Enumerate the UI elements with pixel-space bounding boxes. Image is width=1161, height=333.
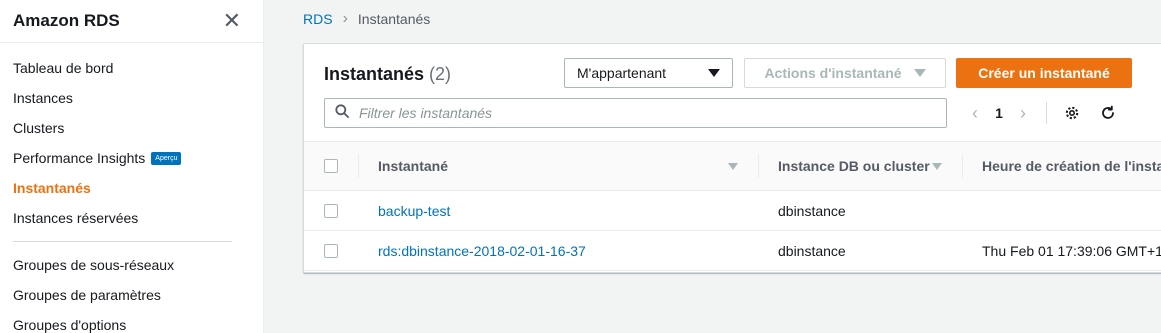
sidebar-title: Amazon RDS	[13, 11, 120, 30]
row-checkbox[interactable]	[324, 244, 338, 258]
chevron-right-icon[interactable]: ›	[1012, 103, 1034, 124]
instance-cell: dbinstance	[778, 203, 846, 219]
sidebar-item-label: Performance Insights	[13, 150, 146, 166]
snapshot-link[interactable]: rds:dbinstance-2018-02-01-16-37	[378, 243, 586, 259]
column-header-snapshot[interactable]: Instantané	[378, 142, 738, 190]
snapshot-actions-button[interactable]: Actions d'instantané	[744, 58, 946, 88]
chevron-left-icon[interactable]: ‹	[964, 103, 986, 124]
column-divider	[358, 154, 359, 178]
column-header-label: Heure de création de l'instantané	[982, 158, 1161, 174]
close-icon[interactable]: ✕	[223, 10, 241, 32]
sidebar-item-label: Instances	[13, 90, 73, 106]
sidebar-item-label: Instantanés	[13, 180, 91, 196]
sidebar-item-label: Groupes de paramètres	[13, 287, 161, 303]
pagination: ‹ 1 ›	[964, 100, 1121, 126]
sidebar-item-instances[interactable]: Instances	[0, 83, 263, 113]
sidebar-item-label: Tableau de bord	[13, 60, 114, 76]
sidebar-header: Amazon RDS ✕	[0, 0, 263, 43]
select-all-cell	[324, 142, 338, 190]
column-header-label: Instance DB ou cluster	[778, 158, 930, 174]
column-divider	[758, 154, 759, 178]
table-row: rds:dbinstance-2018-02-01-16-37 dbinstan…	[304, 231, 1161, 271]
refresh-icon[interactable]	[1095, 100, 1121, 126]
panel-title-text: Instantanés	[324, 64, 425, 84]
snapshots-panel: Instantanés (2) M'appartenant Actions d'…	[303, 43, 1161, 273]
preview-badge: Aperçu	[151, 151, 182, 165]
table-row: backup-test dbinstance	[304, 191, 1161, 231]
sidebar-item-label: Clusters	[13, 120, 65, 136]
row-select-cell	[324, 231, 338, 271]
search-input[interactable]	[359, 105, 919, 121]
sidebar-divider	[13, 241, 232, 242]
row-select-cell	[324, 191, 338, 231]
panel-title: Instantanés (2)	[324, 64, 451, 85]
instance-cell: dbinstance	[778, 243, 846, 259]
search-box	[324, 98, 947, 128]
sidebar-item-performance-insights[interactable]: Performance Insights Aperçu	[0, 143, 263, 173]
sidebar-item-tableau-de-bord[interactable]: Tableau de bord	[0, 53, 263, 83]
owner-filter-value: M'appartenant	[577, 65, 667, 81]
sort-icon	[728, 162, 738, 170]
settings-gear-icon[interactable]	[1059, 100, 1085, 126]
breadcrumb: RDS › Instantanés	[303, 10, 430, 28]
table-header: Instantané Instance DB ou cluster Heure …	[304, 141, 1161, 191]
sort-icon	[932, 162, 942, 170]
created-cell: Thu Feb 01 17:39:06 GMT+100 2018	[982, 243, 1161, 259]
snapshot-count: (2)	[429, 64, 452, 84]
column-header-instance[interactable]: Instance DB ou cluster	[778, 142, 942, 190]
create-snapshot-button[interactable]: Créer un instantané	[956, 58, 1132, 88]
caret-down-icon	[708, 69, 720, 77]
sidebar: Amazon RDS ✕ Tableau de bord Instances C…	[0, 0, 264, 333]
sidebar-item-label: Instances réservées	[13, 210, 139, 226]
owner-filter-select[interactable]: M'appartenant	[564, 58, 733, 88]
snapshot-actions-label: Actions d'instantané	[764, 65, 902, 81]
sidebar-item-clusters[interactable]: Clusters	[0, 113, 263, 143]
chevron-right-icon: ›	[342, 10, 348, 27]
snapshot-cell: rds:dbinstance-2018-02-01-16-37	[378, 231, 586, 271]
sidebar-nav: Tableau de bord Instances Clusters Perfo…	[0, 43, 263, 333]
sidebar-item-groupes-options[interactable]: Groupes d'options	[0, 310, 263, 333]
sidebar-item-groupes-parametres[interactable]: Groupes de paramètres	[0, 280, 263, 310]
page-number[interactable]: 1	[986, 105, 1012, 121]
sidebar-item-instantanes[interactable]: Instantanés	[0, 173, 263, 203]
breadcrumb-rds-link[interactable]: RDS	[303, 11, 333, 27]
column-header-created[interactable]: Heure de création de l'instantané	[982, 142, 1161, 190]
search-icon	[335, 103, 349, 123]
sidebar-item-label: Groupes d'options	[13, 317, 127, 333]
sidebar-item-groupes-sous-reseaux[interactable]: Groupes de sous-réseaux	[0, 250, 263, 280]
select-all-checkbox[interactable]	[324, 159, 338, 173]
pager-divider	[1046, 102, 1047, 124]
snapshot-link[interactable]: backup-test	[378, 203, 450, 219]
sidebar-item-instances-reservees[interactable]: Instances réservées	[0, 203, 263, 233]
snapshot-cell: backup-test	[378, 191, 450, 231]
caret-down-icon	[913, 69, 926, 77]
breadcrumb-current: Instantanés	[357, 11, 431, 27]
column-divider	[962, 154, 963, 178]
column-header-label: Instantané	[378, 158, 449, 174]
sidebar-item-label: Groupes de sous-réseaux	[13, 257, 175, 273]
row-checkbox[interactable]	[324, 204, 338, 218]
